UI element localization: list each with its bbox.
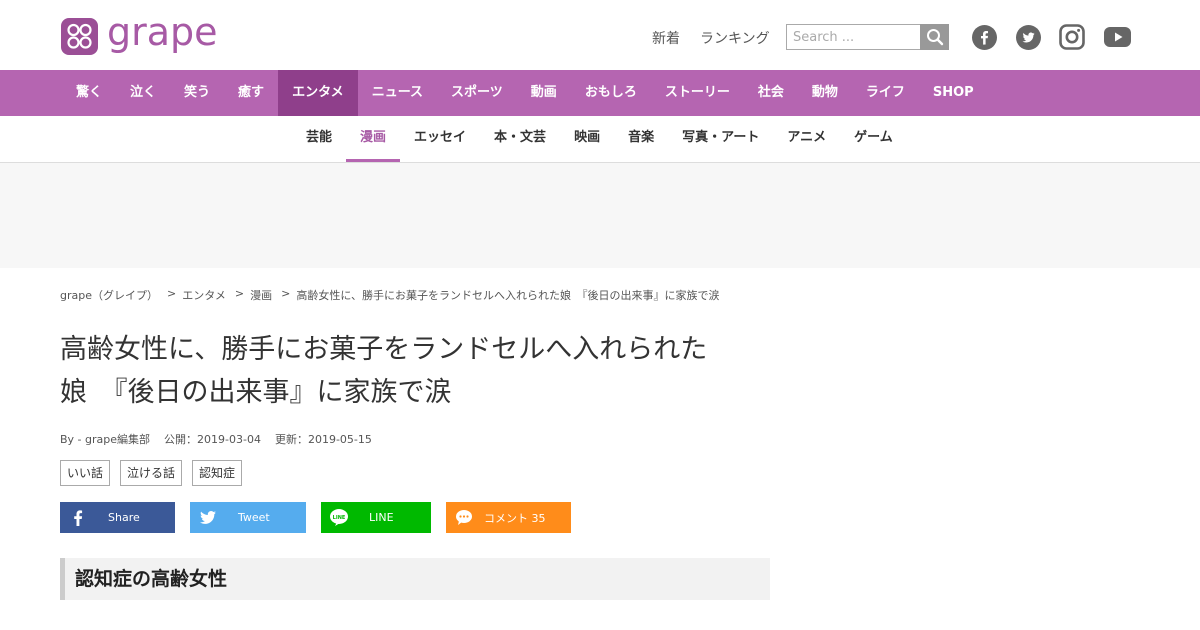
article-author: By - grape編集部 — [60, 433, 151, 446]
svg-text:LINE: LINE — [333, 515, 346, 521]
search-icon — [926, 29, 943, 46]
subnav-item-books[interactable]: 本・文芸 — [480, 116, 560, 162]
top-links: 新着 ランキング — [652, 28, 770, 48]
article-published-date: 公開：2019-03-04 — [164, 433, 261, 446]
subnav-item-manga[interactable]: 漫画 — [346, 116, 401, 162]
article-updated-date: 更新：2019-05-15 — [274, 433, 372, 446]
logo-text: grape — [107, 10, 218, 54]
youtube-icon — [1103, 27, 1131, 47]
line-share-label: LINE — [369, 511, 394, 524]
twitter-share-label: Tweet — [238, 511, 270, 524]
instagram-icon — [1059, 24, 1085, 50]
nav-item-entame[interactable]: エンタメ — [278, 70, 358, 116]
nav-item-video[interactable]: 動画 — [517, 70, 571, 116]
facebook-share-button[interactable]: Share — [60, 502, 175, 533]
nav-item-sports[interactable]: スポーツ — [437, 70, 517, 116]
instagram-link[interactable] — [1059, 24, 1085, 50]
site-logo[interactable]: grape — [61, 13, 218, 55]
twitter-share-button[interactable]: Tweet — [190, 502, 306, 533]
ad-banner-area — [0, 163, 1200, 268]
article-title-line1: 高齢女性に、勝手にお菓子をランドセルへ入れられた — [60, 334, 708, 365]
comment-icon — [446, 510, 482, 525]
nav-item-naku[interactable]: 泣く — [116, 70, 170, 116]
article-meta: By - grape編集部 公開：2019-03-04 更新：2019-05-1… — [60, 431, 372, 447]
secondary-nav: 芸能 漫画 エッセイ 本・文芸 映画 音楽 写真・アート アニメ ゲーム — [0, 116, 1200, 163]
breadcrumb-entame[interactable]: エンタメ — [182, 287, 226, 303]
twitter-icon — [1015, 24, 1041, 50]
nav-item-story[interactable]: ストーリー — [651, 70, 744, 116]
breadcrumb: grape（グレイプ） > エンタメ > 漫画 > 高齢女性に、勝手にお菓子をラ… — [60, 287, 720, 303]
section-heading: 認知症の高齢女性 — [60, 558, 770, 600]
subnav-item-anime[interactable]: アニメ — [773, 116, 840, 162]
subnav-item-photo-art[interactable]: 写真・アート — [668, 116, 773, 162]
article-tags: いい話 泣ける話 認知症 — [60, 460, 243, 486]
facebook-share-label: Share — [108, 511, 140, 524]
nav-item-animals[interactable]: 動物 — [798, 70, 852, 116]
breadcrumb-home[interactable]: grape（グレイプ） — [60, 287, 158, 303]
facebook-icon — [971, 24, 997, 50]
nav-item-iyasu[interactable]: 癒す — [224, 70, 278, 116]
site-header: grape 新着 ランキング — [0, 0, 1200, 70]
tag-nakeru[interactable]: 泣ける話 — [120, 460, 183, 486]
link-new[interactable]: 新着 — [652, 28, 680, 48]
tag-ninchisho[interactable]: 認知症 — [192, 460, 243, 486]
subnav-item-geinou[interactable]: 芸能 — [292, 116, 346, 162]
twitter-icon — [190, 511, 226, 524]
search-input[interactable] — [786, 24, 920, 50]
comment-label: コメント 35 — [484, 511, 546, 525]
breadcrumb-separator: > — [167, 287, 177, 300]
nav-item-news[interactable]: ニュース — [358, 70, 437, 116]
nav-item-odoroku[interactable]: 驚く — [62, 70, 116, 116]
tag-iibanashi[interactable]: いい話 — [60, 460, 111, 486]
comment-button[interactable]: コメント 35 — [446, 502, 571, 533]
subnav-item-music[interactable]: 音楽 — [614, 116, 668, 162]
nav-item-warau[interactable]: 笑う — [170, 70, 224, 116]
article-title-line2: 娘 『後日の出来事』に家族で涙 — [60, 377, 452, 408]
search-button[interactable] — [920, 24, 949, 50]
youtube-link[interactable] — [1103, 24, 1131, 50]
search-box — [786, 24, 949, 50]
nav-item-omoshiro[interactable]: おもしろ — [571, 70, 651, 116]
link-ranking[interactable]: ランキング — [700, 28, 770, 48]
grape-logo-icon — [61, 17, 98, 55]
subnav-item-game[interactable]: ゲーム — [840, 116, 907, 162]
nav-item-society[interactable]: 社会 — [744, 70, 798, 116]
twitter-link[interactable] — [1015, 24, 1041, 50]
primary-nav: 驚く 泣く 笑う 癒す エンタメ ニュース スポーツ 動画 おもしろ ストーリー… — [0, 70, 1200, 116]
line-icon: LINE — [321, 509, 357, 526]
facebook-link[interactable] — [971, 24, 997, 50]
subnav-item-movie[interactable]: 映画 — [560, 116, 614, 162]
subnav-item-essay[interactable]: エッセイ — [400, 116, 480, 162]
breadcrumb-current: 高齢女性に、勝手にお菓子をランドセルへ入れられた娘 『後日の出来事』に家族で涙 — [296, 289, 720, 302]
article-title: 高齢女性に、勝手にお菓子をランドセルへ入れられた 娘 『後日の出来事』に家族で涙 — [60, 328, 760, 414]
line-share-button[interactable]: LINE LINE — [321, 502, 431, 533]
nav-item-shop[interactable]: SHOP — [919, 70, 988, 116]
breadcrumb-manga[interactable]: 漫画 — [250, 287, 272, 303]
facebook-icon — [60, 509, 96, 526]
breadcrumb-separator: > — [234, 287, 245, 300]
nav-item-life[interactable]: ライフ — [852, 70, 919, 116]
breadcrumb-separator: > — [281, 287, 291, 300]
